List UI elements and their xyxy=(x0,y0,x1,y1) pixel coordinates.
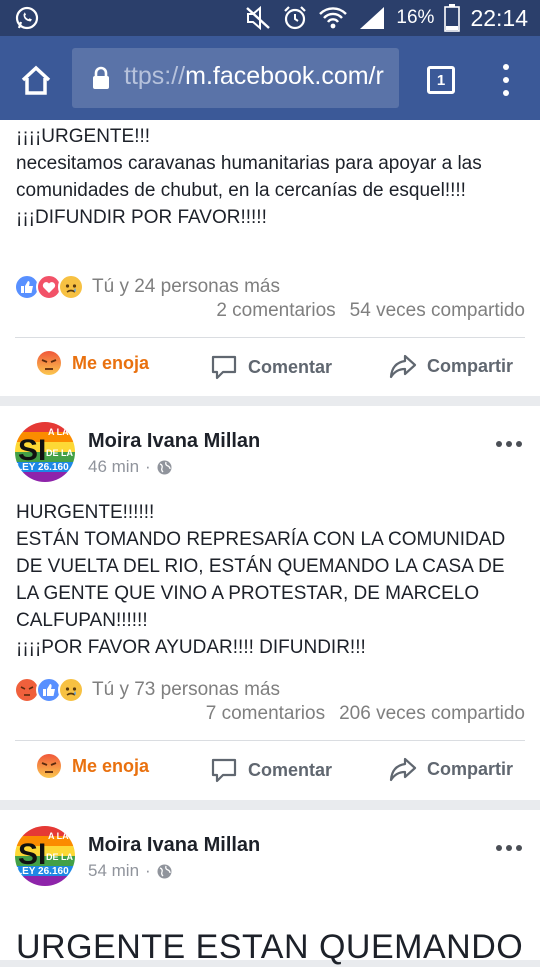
lock-icon xyxy=(93,66,109,89)
post-text-preview: URGENTE ESTAN QUEMANDO xyxy=(16,928,524,966)
comment-count[interactable]: 7 comentarios xyxy=(206,703,325,724)
reaction-count: Tú y 73 personas más xyxy=(92,679,280,700)
angry-reaction-icon xyxy=(37,351,61,375)
sad-reaction-icon xyxy=(58,274,84,300)
tab-switcher-button[interactable]: 1 xyxy=(427,66,455,94)
share-count[interactable]: 54 veces compartido xyxy=(350,300,525,321)
divider xyxy=(15,740,525,741)
more-options-button[interactable] xyxy=(496,845,522,853)
post-time[interactable]: 46 min xyxy=(88,457,139,477)
post-text: ¡¡¡¡URGENTE!!! necesitamos caravanas hum… xyxy=(16,126,482,228)
wifi-icon xyxy=(319,7,348,29)
battery-icon xyxy=(444,4,461,32)
share-icon xyxy=(389,354,417,379)
reactions-summary[interactable]: Tú y 73 personas más xyxy=(14,677,280,703)
comment-count[interactable]: 2 comentarios xyxy=(216,300,335,321)
share-button[interactable]: Compartir xyxy=(389,756,513,782)
feed-gap xyxy=(0,800,540,810)
home-icon xyxy=(21,65,51,95)
comment-button-label: Comentar xyxy=(248,356,333,377)
post-time[interactable]: 54 min xyxy=(88,861,139,881)
battery-percent: 16% xyxy=(396,7,435,28)
comment-button[interactable]: Comentar xyxy=(210,756,332,784)
angry-reaction-icon xyxy=(37,754,61,778)
react-button-label: Me enoja xyxy=(72,755,150,776)
url-scheme: ttps:// xyxy=(124,62,186,90)
avatar-line3: LEY 26.160 xyxy=(16,462,69,473)
comment-button-label: Comentar xyxy=(248,759,333,780)
mute-icon xyxy=(246,5,271,31)
react-button-label: Me enoja xyxy=(72,352,150,373)
post-stats: 7 comentarios 206 veces compartido xyxy=(206,703,525,725)
avatar[interactable]: SI A LA DE LA LEY 26.160 xyxy=(15,826,75,886)
react-button[interactable]: Me enoja xyxy=(36,753,149,779)
avatar-line1: A LA xyxy=(48,831,69,841)
browser-toolbar: ttps://m.facebook.com/r 1 xyxy=(0,36,540,120)
signal-icon xyxy=(360,7,385,29)
avatar-line3: LEY 26.160 xyxy=(16,866,69,877)
url-text: ttps://m.facebook.com/r xyxy=(124,62,384,91)
globe-icon xyxy=(157,864,172,878)
avatar[interactable]: SI A LA DE LA LEY 26.160 xyxy=(15,422,75,482)
comment-icon xyxy=(211,355,237,380)
post-meta: 46 min · xyxy=(88,457,172,477)
author-name[interactable]: Moira Ivana Millan xyxy=(88,430,260,453)
avatar-line1: A LA xyxy=(48,427,69,437)
comment-button[interactable]: Comentar xyxy=(210,353,332,381)
status-bar: 16% 22:14 xyxy=(0,0,540,36)
post-card-1: ¡¡¡¡URGENTE!!! necesitamos caravanas hum… xyxy=(0,120,540,396)
reactions-summary[interactable]: Tú y 24 personas más xyxy=(14,274,280,300)
share-button[interactable]: Compartir xyxy=(389,353,513,379)
globe-icon xyxy=(157,460,172,474)
post-stats: 2 comentarios 54 veces compartido xyxy=(216,300,525,322)
share-button-label: Compartir xyxy=(427,355,514,376)
comment-icon xyxy=(211,758,237,783)
sad-reaction-icon xyxy=(58,677,84,703)
share-button-label: Compartir xyxy=(427,758,514,779)
share-count[interactable]: 206 veces compartido xyxy=(339,703,525,724)
overflow-menu-button[interactable] xyxy=(496,64,516,96)
url-host: m.facebook.com/r xyxy=(185,62,384,90)
post-card-2: SI A LA DE LA LEY 26.160 Moira Ivana Mil… xyxy=(0,406,540,800)
feed-gap xyxy=(0,396,540,406)
post-meta: 54 min · xyxy=(88,861,172,881)
clock: 22:14 xyxy=(470,4,528,31)
alarm-icon xyxy=(284,6,307,30)
avatar-line2: DE LA xyxy=(46,852,74,862)
whatsapp-icon xyxy=(15,6,39,30)
home-button[interactable] xyxy=(14,58,58,102)
post-text: HURGENTE!!!!!! ESTÁN TOMANDO REPRESARÍA … xyxy=(16,502,506,658)
reaction-count: Tú y 24 personas más xyxy=(92,276,280,297)
divider xyxy=(15,337,525,338)
more-options-button[interactable] xyxy=(496,441,522,449)
url-bar[interactable]: ttps://m.facebook.com/r xyxy=(72,48,399,108)
share-icon xyxy=(389,757,417,782)
react-button[interactable]: Me enoja xyxy=(36,350,149,376)
avatar-line2: DE LA xyxy=(46,448,74,458)
author-name[interactable]: Moira Ivana Millan xyxy=(88,834,260,857)
